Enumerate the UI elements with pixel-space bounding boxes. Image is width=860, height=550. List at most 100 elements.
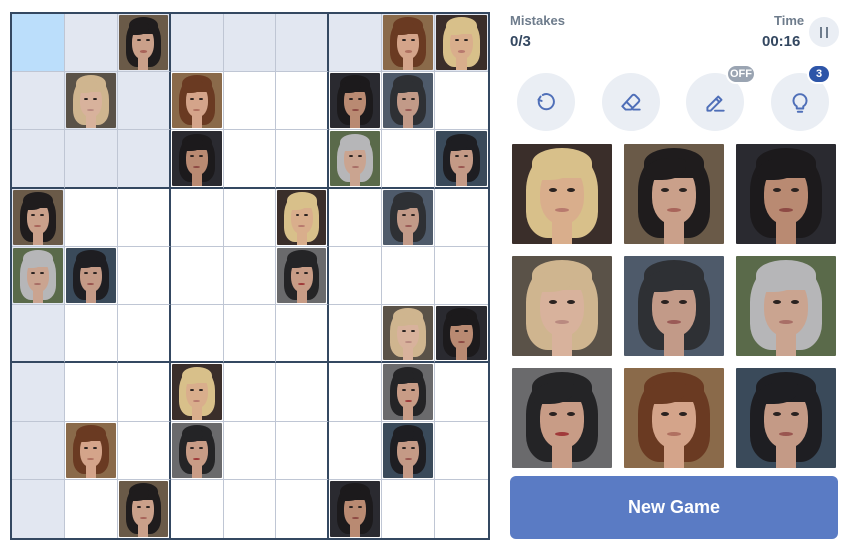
board-cell[interactable] <box>435 14 488 73</box>
board-cell[interactable] <box>276 421 330 480</box>
board-cell[interactable] <box>117 72 171 131</box>
board-cell[interactable] <box>276 305 330 364</box>
pad-option-9[interactable] <box>734 366 838 470</box>
board-cell[interactable] <box>435 188 488 247</box>
board-cell[interactable] <box>223 479 277 538</box>
board-cell[interactable] <box>170 14 224 73</box>
board-cell[interactable] <box>223 188 277 247</box>
notes-button[interactable]: OFF <box>686 64 756 131</box>
board-cell[interactable] <box>329 72 383 131</box>
board-cell[interactable] <box>435 72 488 131</box>
board-cell[interactable] <box>64 188 118 247</box>
board-cell[interactable] <box>170 479 224 538</box>
board-cell[interactable] <box>170 130 224 189</box>
hint-button[interactable]: 3 <box>771 64 831 131</box>
board-cell[interactable] <box>382 479 436 538</box>
board-cell[interactable] <box>382 72 436 131</box>
pad-option-2[interactable] <box>622 142 726 246</box>
pad-option-6[interactable] <box>734 254 838 358</box>
board-cell[interactable] <box>12 188 65 247</box>
board-cell[interactable] <box>329 14 383 73</box>
pad-option-4[interactable] <box>510 254 614 358</box>
board-cell[interactable] <box>64 479 118 538</box>
board-cell[interactable] <box>117 188 171 247</box>
board-cell[interactable] <box>12 421 65 480</box>
pad-option-3[interactable] <box>734 142 838 246</box>
pad-option-7[interactable] <box>510 366 614 470</box>
board-cell[interactable] <box>329 363 383 422</box>
pad-option-5[interactable] <box>622 254 726 358</box>
pause-button[interactable] <box>809 17 839 47</box>
board-cell[interactable] <box>435 363 488 422</box>
erase-button[interactable] <box>602 73 660 131</box>
board-cell[interactable] <box>223 72 277 131</box>
board-cell[interactable] <box>12 246 65 306</box>
board-cell[interactable] <box>64 14 118 73</box>
board-cell[interactable] <box>223 130 277 189</box>
pad-option-1[interactable] <box>510 142 614 246</box>
board-cell[interactable] <box>382 130 436 189</box>
board-cell[interactable] <box>276 246 330 306</box>
board-cell[interactable] <box>64 130 118 189</box>
board-cell[interactable] <box>170 188 224 247</box>
board-cell[interactable] <box>435 246 488 306</box>
board-cell[interactable] <box>329 130 383 189</box>
board-cell[interactable] <box>329 421 383 480</box>
board-cell[interactable] <box>170 72 224 131</box>
board-cell[interactable] <box>435 130 488 189</box>
pad-option-8[interactable] <box>622 366 726 470</box>
board-cell[interactable] <box>12 72 65 131</box>
board-cell[interactable] <box>117 305 171 364</box>
board-cell[interactable] <box>276 72 330 131</box>
board-cell[interactable] <box>117 363 171 422</box>
board-cell[interactable] <box>223 246 277 306</box>
board-cell[interactable] <box>435 421 488 480</box>
board-cell[interactable] <box>117 479 171 538</box>
board-cell[interactable] <box>276 479 330 538</box>
board-cell[interactable] <box>276 363 330 422</box>
board-cell[interactable] <box>64 246 118 306</box>
board-cell[interactable] <box>435 479 488 538</box>
new-game-button[interactable]: New Game <box>510 476 838 539</box>
board-cell[interactable] <box>64 421 118 480</box>
board-cell[interactable] <box>12 479 65 538</box>
board-cell[interactable] <box>12 14 65 73</box>
board-cell[interactable] <box>12 130 65 189</box>
board-cell[interactable] <box>223 363 277 422</box>
board-cell[interactable] <box>276 130 330 189</box>
board-cell[interactable] <box>435 305 488 364</box>
board-cell[interactable] <box>170 363 224 422</box>
board-cell[interactable] <box>276 188 330 247</box>
board-cell[interactable] <box>329 479 383 538</box>
pencil-icon <box>706 95 725 112</box>
board-cell[interactable] <box>223 14 277 73</box>
board-cell[interactable] <box>382 305 436 364</box>
board-cell[interactable] <box>223 305 277 364</box>
board-cell[interactable] <box>117 130 171 189</box>
board-cell[interactable] <box>382 421 436 480</box>
board-cell[interactable] <box>382 363 436 422</box>
board-cell[interactable] <box>382 246 436 306</box>
board-cell[interactable] <box>117 14 171 73</box>
board-cell[interactable] <box>276 14 330 73</box>
board-cell[interactable] <box>12 363 65 422</box>
board-cell[interactable] <box>64 363 118 422</box>
board-cell[interactable] <box>64 72 118 131</box>
face-portrait-1 <box>277 189 327 245</box>
board-cell[interactable] <box>170 246 224 306</box>
board-cell[interactable] <box>170 305 224 364</box>
undo-button[interactable] <box>517 73 575 131</box>
board-cell[interactable] <box>329 305 383 364</box>
board-cell[interactable] <box>382 14 436 73</box>
face-portrait-7 <box>171 422 222 478</box>
board-cell[interactable] <box>64 305 118 364</box>
board-cell[interactable] <box>223 421 277 480</box>
board-cell[interactable] <box>382 188 436 247</box>
board-cell[interactable] <box>117 246 171 306</box>
board-cell[interactable] <box>117 421 171 480</box>
board-cell[interactable] <box>329 246 383 306</box>
board-cell[interactable] <box>329 188 383 247</box>
board-cell[interactable] <box>170 421 224 480</box>
face-portrait-2 <box>624 144 724 244</box>
board-cell[interactable] <box>12 305 65 364</box>
